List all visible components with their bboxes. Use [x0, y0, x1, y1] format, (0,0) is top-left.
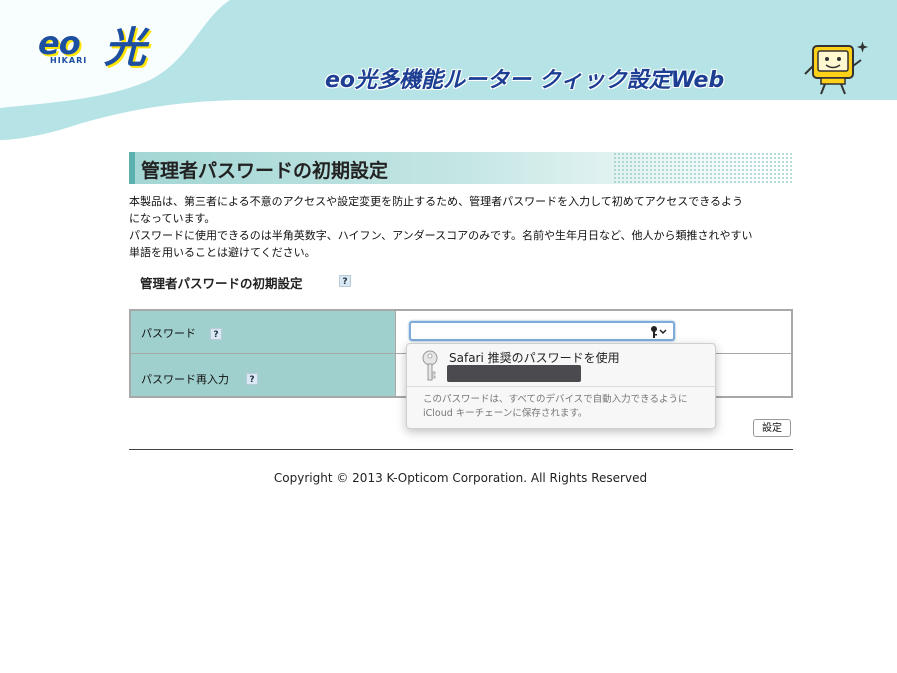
description-line: 本製品は、第三者による不意のアクセスや設定変更を防止するため、管理者パスワードを… — [129, 195, 744, 208]
description-line: 単語を用いることは避けてください。 — [129, 246, 316, 259]
description-text: 本製品は、第三者による不意のアクセスや設定変更を防止するため、管理者パスワードを… — [129, 193, 789, 261]
copyright-text: Copyright © 2013 K-Opticom Corporation. … — [273, 471, 648, 485]
page-title: 管理者パスワードの初期設定 — [141, 160, 389, 182]
eo-hikari-logo: eo 光 HIKARI — [30, 10, 160, 72]
suggest-note: このパスワードは、すべてのデバイスで自動入力できるように iCloud キーチェ… — [423, 394, 688, 419]
logo-hikari-text: HIKARI — [50, 56, 88, 65]
suggest-divider — [407, 386, 715, 387]
form-subheading: 管理者パスワードの初期設定 — [140, 276, 303, 291]
password-label-cell: パスワード ? — [131, 311, 396, 353]
page-header: eo 光 HIKARI eo光多機能ルーター クィック設定Web — [0, 0, 897, 140]
section-heading-bar: 管理者パスワードの初期設定 — [129, 152, 793, 184]
key-icon — [422, 350, 438, 381]
app-title: eo光多機能ルーター クィック設定Web — [325, 68, 725, 93]
password-label: パスワード — [141, 327, 196, 340]
suggest-title: Safari 推奨のパスワードを使用 — [449, 351, 620, 365]
password-input[interactable] — [409, 321, 675, 341]
help-icon[interactable]: ? — [339, 275, 351, 287]
footer-divider — [129, 449, 793, 450]
heading-dot-pattern — [613, 152, 793, 184]
suggested-password-masked — [447, 365, 581, 382]
password-confirm-help-icon[interactable]: ? — [246, 373, 258, 385]
description-line: になっています。 — [129, 212, 216, 225]
computer-mascot-icon — [804, 41, 869, 95]
keychain-key-icon[interactable] — [649, 325, 669, 339]
description-line: パスワードに使用できるのは半角英数字、ハイフン、アンダースコアのみです。名前や生… — [129, 229, 753, 242]
password-help-icon[interactable]: ? — [210, 328, 222, 340]
password-confirm-label: パスワード再入力 — [141, 373, 229, 386]
use-suggested-password-option[interactable]: Safari 推奨のパスワードを使用 — [407, 344, 715, 386]
logo-kanji-text: 光 — [104, 23, 147, 72]
safari-password-suggestion: Safari 推奨のパスワードを使用 このパスワードは、すべてのデバイスで自動入… — [406, 343, 716, 429]
submit-button[interactable]: 設定 — [753, 419, 791, 437]
password-confirm-label-cell: パスワード再入力 ? — [131, 354, 396, 396]
